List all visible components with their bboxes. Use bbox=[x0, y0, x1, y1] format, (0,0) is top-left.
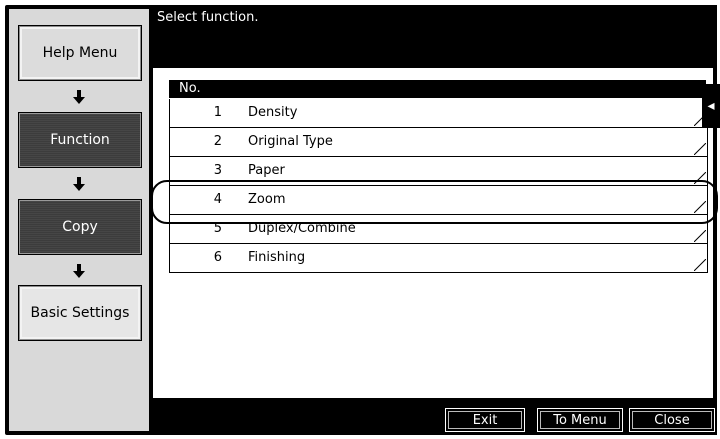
list-item-original-type[interactable]: 2 Original Type bbox=[169, 128, 708, 157]
row-number: 5 bbox=[213, 221, 222, 236]
to-menu-button[interactable]: To Menu bbox=[537, 408, 623, 432]
message-header: Select function. bbox=[153, 5, 717, 64]
function-list-panel: No. 1 Density 2 Original Type 3 Paper 4 … bbox=[153, 68, 713, 398]
row-number: 1 bbox=[213, 105, 222, 120]
list-item-density[interactable]: 1 Density bbox=[169, 99, 708, 128]
row-label: Density bbox=[248, 105, 298, 120]
corner-fold-icon bbox=[694, 201, 706, 213]
down-arrow-icon bbox=[73, 177, 85, 191]
down-arrow-icon bbox=[73, 264, 85, 278]
down-arrow-icon bbox=[73, 90, 85, 104]
list-item-paper[interactable]: 3 Paper bbox=[169, 157, 708, 186]
list-item-finishing[interactable]: 6 Finishing bbox=[169, 244, 708, 273]
corner-fold-icon bbox=[694, 143, 706, 155]
row-number: 4 bbox=[213, 192, 222, 207]
row-label: Paper bbox=[248, 163, 285, 178]
help-menu-button[interactable]: Help Menu bbox=[18, 25, 142, 81]
exit-label: Exit bbox=[472, 412, 498, 428]
row-number: 3 bbox=[213, 163, 222, 178]
basic-settings-label: Basic Settings bbox=[30, 305, 130, 321]
instruction-text: Select function. bbox=[157, 10, 259, 25]
close-label: Close bbox=[654, 412, 690, 428]
function-button[interactable]: Function bbox=[18, 112, 142, 168]
copy-button[interactable]: Copy bbox=[18, 199, 142, 255]
footer-bar: Exit To Menu Close bbox=[153, 398, 717, 435]
copy-label: Copy bbox=[62, 219, 98, 235]
column-header-no: No. bbox=[179, 81, 201, 96]
list-item-duplex-combine[interactable]: 5 Duplex/Combine bbox=[169, 215, 708, 244]
exit-button[interactable]: Exit bbox=[445, 408, 525, 432]
side-panel-tab[interactable]: ◂ bbox=[702, 84, 720, 128]
corner-fold-icon bbox=[694, 259, 706, 271]
row-number: 2 bbox=[213, 134, 222, 149]
row-label: Finishing bbox=[248, 250, 306, 265]
row-label: Zoom bbox=[248, 192, 286, 207]
corner-fold-icon bbox=[694, 230, 706, 242]
row-number: 6 bbox=[213, 250, 222, 265]
close-button[interactable]: Close bbox=[629, 408, 715, 432]
row-label: Original Type bbox=[248, 134, 333, 149]
corner-fold-icon bbox=[694, 172, 706, 184]
list-item-zoom[interactable]: 4 Zoom bbox=[169, 186, 708, 215]
row-label: Duplex/Combine bbox=[248, 221, 356, 236]
help-menu-label: Help Menu bbox=[42, 45, 118, 61]
table-header: No. bbox=[169, 80, 706, 98]
help-breadcrumb-sidebar: Help Menu Function Copy Basic Settings bbox=[9, 9, 149, 431]
to-menu-label: To Menu bbox=[553, 412, 607, 428]
basic-settings-button[interactable]: Basic Settings bbox=[18, 285, 142, 341]
function-label: Function bbox=[50, 132, 110, 148]
left-arrow-icon: ◂ bbox=[707, 98, 715, 114]
